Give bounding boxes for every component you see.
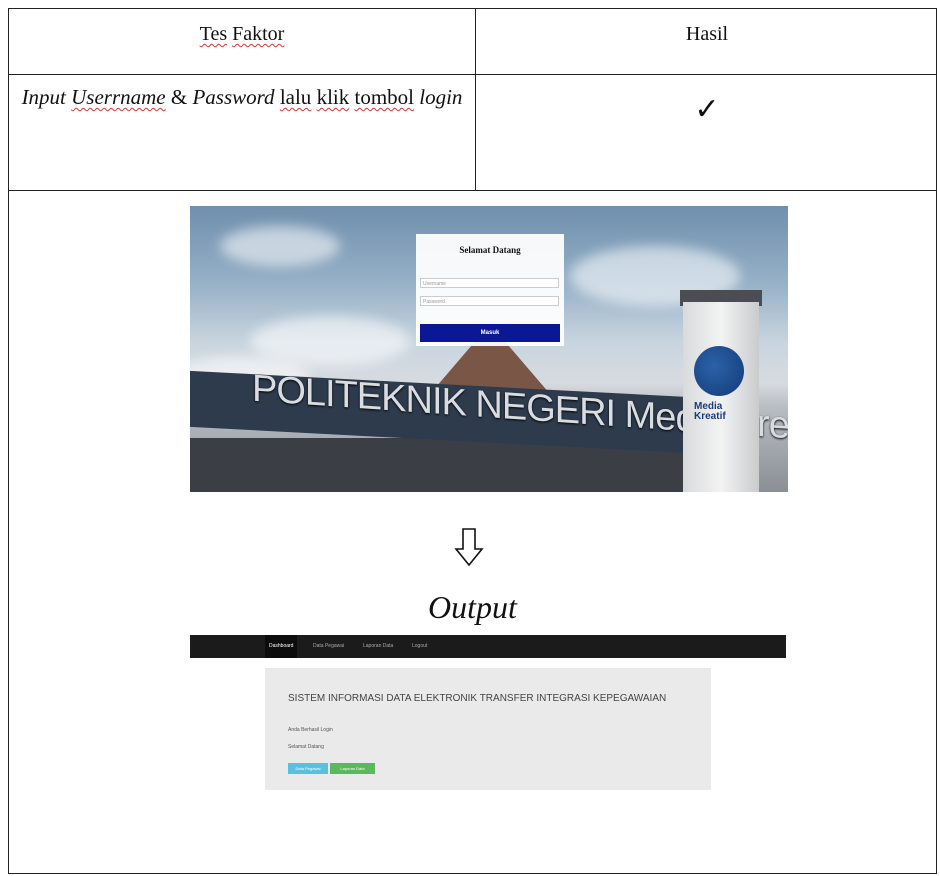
data-pegawai-button[interactable]: Data Pegawai bbox=[288, 763, 328, 774]
dashboard-screenshot: Dashboard Data Pegawai Laporan Data Logo… bbox=[190, 635, 786, 790]
check-icon: ✓ bbox=[694, 92, 720, 127]
welcome-panel: SISTEM INFORMASI DATA ELEKTRONIK TRANSFE… bbox=[265, 668, 711, 790]
username-field[interactable]: Username bbox=[420, 278, 559, 288]
word-userrname: Userrname bbox=[71, 85, 166, 109]
system-title: SISTEM INFORMASI DATA ELEKTRONIK TRANSFE… bbox=[288, 693, 667, 704]
ampersand: & bbox=[165, 85, 193, 109]
nav-dashboard[interactable]: Dashboard bbox=[265, 635, 298, 658]
login-success-text: Anda Berhasil Login bbox=[288, 727, 333, 733]
header-tes-faktor: Tes Faktor bbox=[9, 9, 476, 74]
table-header-row: Tes Faktor Hasil bbox=[9, 9, 936, 75]
laporan-data-button[interactable]: Laporan Data bbox=[330, 763, 375, 774]
test-description: Input Userrname & Password lalu klik tom… bbox=[9, 75, 476, 190]
down-arrow-outline-icon bbox=[454, 528, 484, 567]
word-lalu: lalu bbox=[279, 85, 312, 109]
table-row: Input Userrname & Password lalu klik tom… bbox=[9, 75, 936, 191]
nav-data-pegawai[interactable]: Data Pegawai bbox=[313, 635, 344, 658]
login-box: Selamat Datang Username Password Masuk bbox=[416, 234, 564, 346]
output-label: Output bbox=[428, 589, 517, 625]
word-password: Password bbox=[192, 85, 275, 109]
word-login: login bbox=[419, 85, 463, 109]
test-table: Tes Faktor Hasil Input Userrname & Passw… bbox=[8, 8, 937, 874]
header-hasil: Hasil bbox=[685, 23, 729, 45]
login-page-screenshot: POLITEKNIK NEGERI Media Kreatif Media Kr… bbox=[190, 206, 788, 492]
password-field[interactable]: Password bbox=[420, 296, 559, 306]
word-tes: Tes bbox=[199, 23, 228, 45]
login-title: Selamat Datang bbox=[459, 245, 521, 255]
navbar: Dashboard Data Pegawai Laporan Data Logo… bbox=[190, 635, 786, 658]
evidence-row: POLITEKNIK NEGERI Media Kreatif Media Kr… bbox=[9, 191, 936, 875]
masuk-button[interactable]: Masuk bbox=[420, 324, 560, 342]
nav-laporan-data[interactable]: Laporan Data bbox=[363, 635, 393, 658]
pillar-brand-text: Media Kreatif bbox=[694, 401, 726, 422]
welcome-text: Selamat Datang bbox=[288, 744, 324, 750]
nav-logout[interactable]: Logout bbox=[412, 635, 427, 658]
cloud bbox=[220, 226, 340, 266]
pillar bbox=[683, 302, 759, 492]
campus-logo-icon bbox=[694, 346, 744, 396]
word-faktor: Faktor bbox=[232, 23, 285, 45]
word-input: Input bbox=[21, 85, 66, 109]
word-tombol: tombol bbox=[354, 85, 414, 109]
word-klik: klik bbox=[316, 85, 350, 109]
